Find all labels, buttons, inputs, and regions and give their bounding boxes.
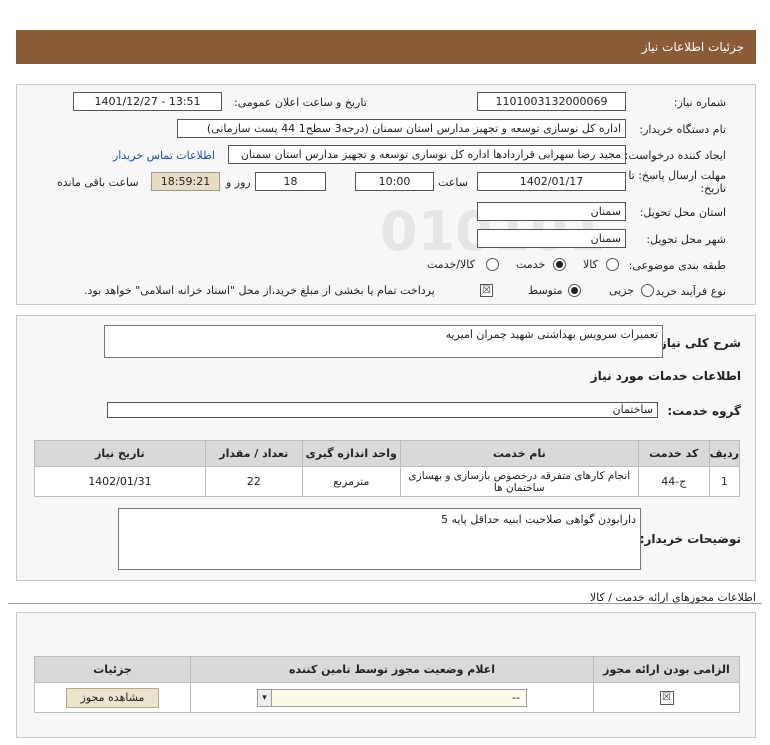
category-label: طبقه بندی موضوعی: — [628, 259, 726, 272]
cell-permit-required: ☒ — [593, 682, 740, 713]
col-need-date: تاریخ نیاز — [34, 440, 206, 467]
treasury-checkbox[interactable]: ☒ — [480, 284, 493, 297]
cell-permit-status: ▾ -- — [190, 682, 594, 713]
days-field[interactable]: 18 — [255, 172, 326, 191]
buyer-notes-label: توضیحات خریدار: — [639, 532, 741, 546]
process-option-medium: متوسط — [528, 284, 563, 297]
buyer-org-field[interactable]: اداره کل نوسازی توسعه و تجهیز مدارس استا… — [177, 119, 626, 138]
process-radio-medium[interactable] — [568, 284, 581, 297]
col-service-name: نام خدمت — [399, 440, 639, 467]
province-label: استان محل تحویل: — [639, 206, 726, 219]
buyer-notes-field[interactable]: دارابودن گواهی صلاحیت ابنیه حداقل پایه 5 — [118, 508, 641, 570]
category-option-goods-service: کالا/خدمت — [427, 258, 475, 271]
permit-required-checkbox[interactable]: ☒ — [659, 690, 674, 705]
col-row: ردیف — [708, 440, 741, 467]
cell-need-date: 1402/01/31 — [34, 466, 206, 497]
city-label: شهر محل تحویل: — [646, 233, 726, 246]
contact-buyer-link[interactable]: اطلاعات تماس خریدار — [113, 149, 215, 162]
cell-permit-details: مشاهده مجوز — [34, 682, 191, 713]
process-label: نوع فرآیند خرید : — [648, 285, 726, 298]
page-header: جزئیات اطلاعات نیاز — [16, 30, 756, 64]
summary-field[interactable]: تعمیرات سرویس بهداشتی شهید چمران امیریه — [104, 325, 663, 358]
time-label: ساعت — [438, 176, 468, 189]
col-permit-required: الزامی بودن ارائه مجوز — [593, 656, 740, 683]
days-label: روز و — [226, 176, 251, 189]
service-group-field[interactable]: ساختمان — [107, 402, 658, 418]
service-group-label: گروه خدمت: — [667, 404, 741, 418]
payment-note: پرداخت تمام یا بخشی از مبلغ خرید،از محل … — [84, 284, 435, 297]
buyer-org-label: نام دستگاه خریدار: — [639, 123, 726, 136]
process-radio-minor[interactable] — [641, 284, 654, 297]
requester-field[interactable]: مجید رضا سهرابی قراردادها اداره کل نوساز… — [228, 145, 626, 164]
permit-status-select[interactable]: ▾ -- — [257, 688, 527, 707]
remaining-label: ساعت باقی مانده — [57, 176, 139, 189]
cell-service-code: ج-44 — [637, 466, 710, 497]
page-title: جزئیات اطلاعات نیاز — [641, 40, 744, 54]
table-row: 1 ج-44 انجام کارهای متفرقه درخصوص بازساز… — [34, 466, 741, 497]
view-permit-button[interactable]: مشاهده مجوز — [66, 687, 159, 708]
requester-label: ایجاد کننده درخواست: — [624, 149, 726, 162]
deadline-date-field[interactable]: 1402/01/17 — [477, 172, 626, 191]
need-number-field[interactable]: 1101003132000069 — [477, 92, 626, 111]
deadline-label-date: تاریخ: — [700, 182, 726, 195]
deadline-time-field[interactable]: 10:00 — [355, 172, 434, 191]
table-row: ☒ ▾ -- مشاهده مجوز — [34, 682, 740, 713]
province-field[interactable]: سمنان — [477, 202, 626, 221]
deadline-label: مهلت ارسال پاسخ: تا — [628, 169, 726, 182]
services-heading: اطلاعات خدمات مورد نیاز — [590, 369, 741, 383]
permits-table-header: الزامی بودن ارائه مجوز اعلام وضعیت مجوز … — [34, 656, 740, 683]
process-option-minor: جزیی — [609, 284, 635, 297]
category-radio-service[interactable] — [553, 258, 566, 271]
category-option-service: خدمت — [516, 258, 546, 271]
announce-label: تاریخ و ساعت اعلان عمومی: — [234, 96, 367, 109]
permit-status-value: -- — [512, 690, 520, 704]
remaining-time-field: 18:59:21 — [151, 172, 220, 191]
summary-label: شرح کلی نیاز: — [655, 336, 741, 350]
cell-service-name: انجام کارهای متفرقه درخصوص بازسازی و بهس… — [399, 466, 639, 497]
cell-quantity: 22 — [204, 466, 303, 497]
services-table-header: ردیف کد خدمت نام خدمت واحد اندازه گیری ت… — [34, 440, 741, 467]
col-permit-details: جزئیات — [34, 656, 191, 683]
permits-table: الزامی بودن ارائه مجوز اعلام وضعیت مجوز … — [34, 656, 740, 713]
col-permit-status: اعلام وضعیت مجوز توسط تامین کننده — [190, 656, 594, 683]
col-service-code: کد خدمت — [637, 440, 710, 467]
category-radio-goods[interactable] — [606, 258, 619, 271]
cell-row: 1 — [708, 466, 741, 497]
col-quantity: تعداد / مقدار — [204, 440, 303, 467]
category-radio-goods-service[interactable] — [486, 258, 499, 271]
permits-divider — [8, 603, 762, 604]
chevron-down-icon[interactable]: ▾ — [258, 689, 272, 706]
city-field[interactable]: سمنان — [477, 229, 626, 248]
announce-field[interactable]: 1401/12/27 - 13:51 — [73, 92, 222, 111]
cell-unit: مترمربع — [301, 466, 401, 497]
col-unit: واحد اندازه گیری — [301, 440, 401, 467]
category-option-goods: کالا — [583, 258, 598, 271]
need-number-label: شماره نیاز: — [673, 96, 726, 109]
services-table: ردیف کد خدمت نام خدمت واحد اندازه گیری ت… — [34, 440, 741, 497]
